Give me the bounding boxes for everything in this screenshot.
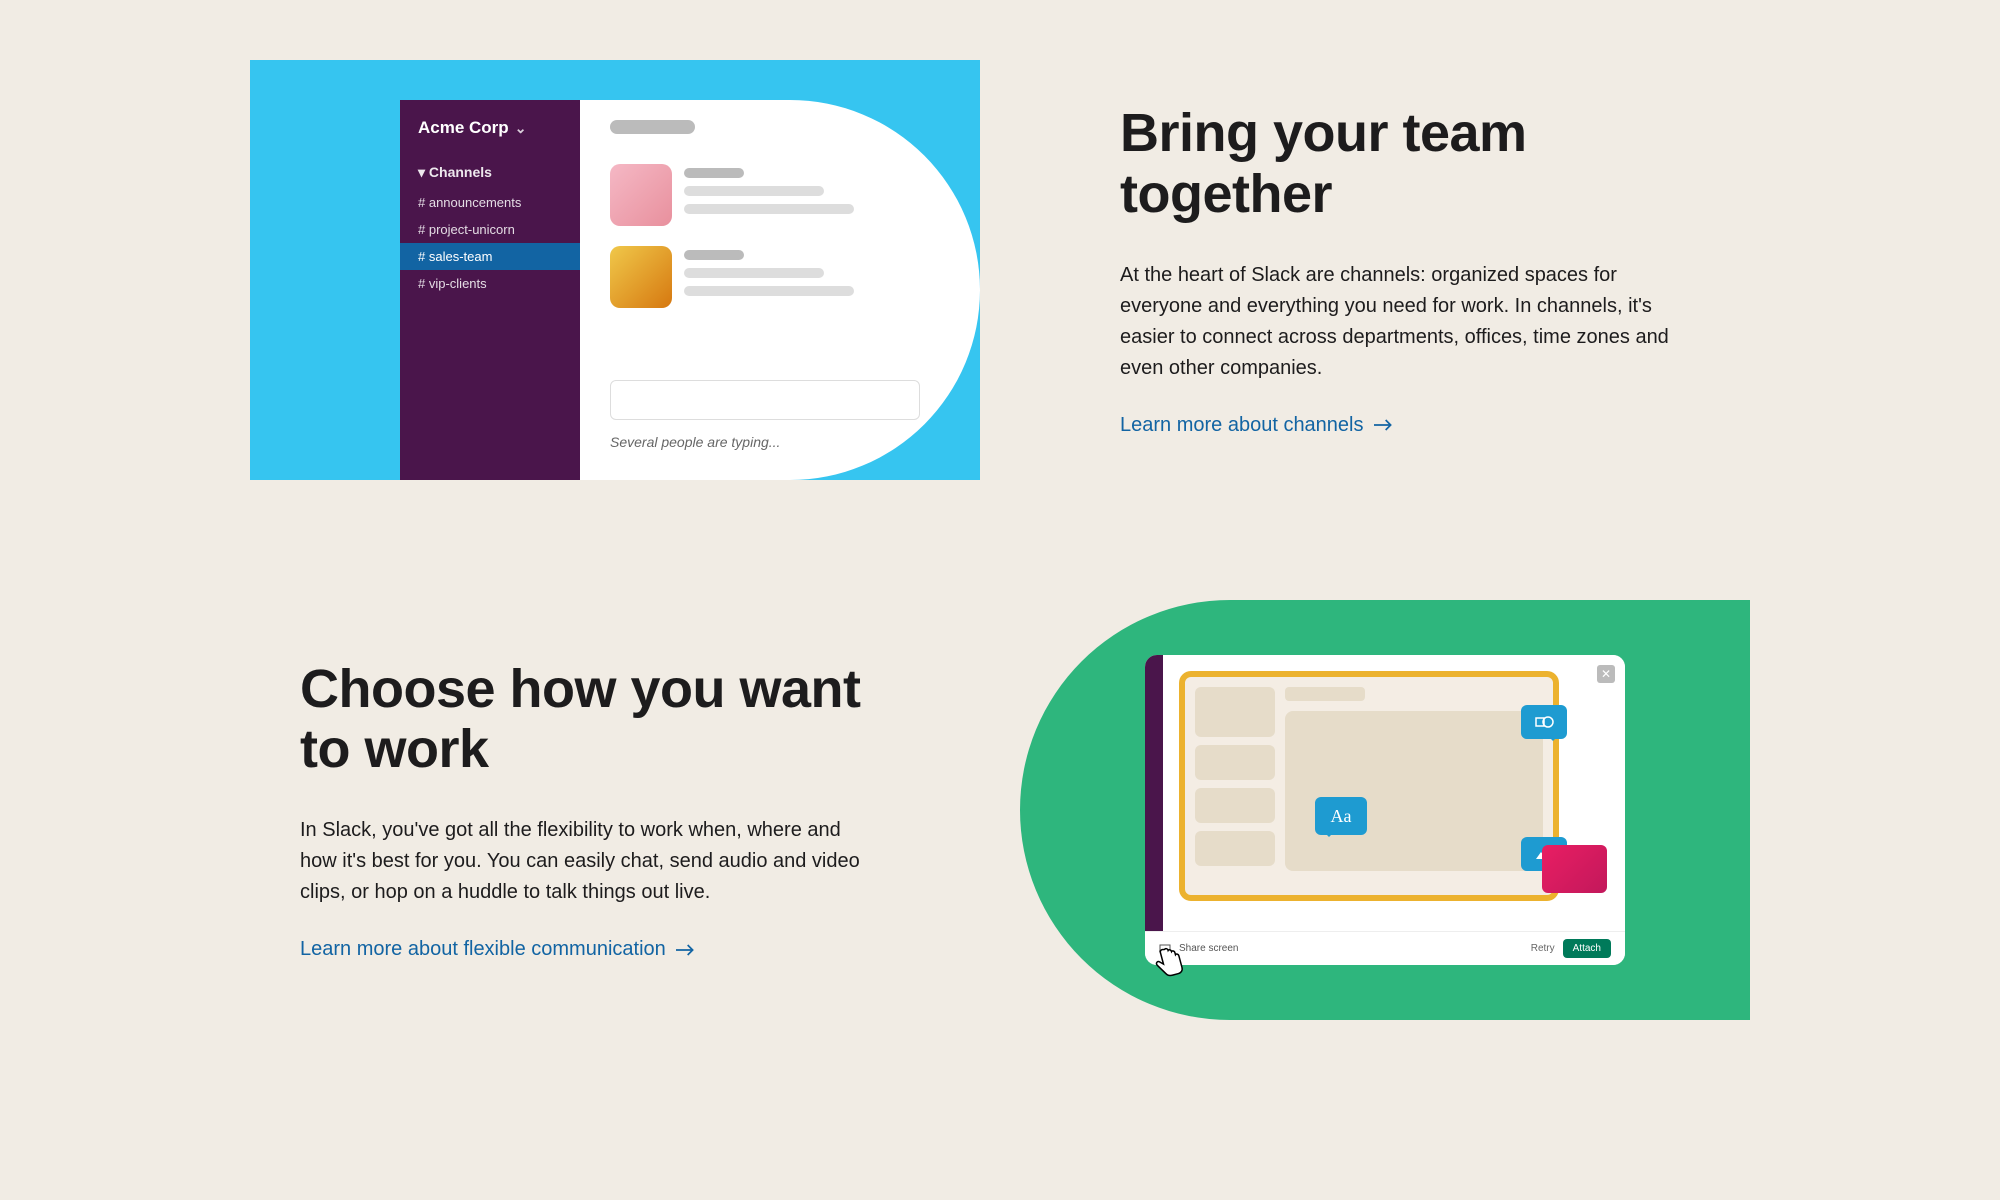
avatar (610, 164, 672, 226)
attach-button: Attach (1563, 939, 1611, 958)
learn-more-channels-link[interactable]: Learn more about channels (1120, 414, 1394, 437)
slack-message-pane: Several people are typing... (580, 100, 980, 480)
typing-indicator: Several people are typing... (610, 434, 780, 450)
section-heading: Choose how you want to work (300, 659, 880, 780)
feature-section-channels: Acme Corp Channels # announcements # pro… (250, 60, 1750, 480)
placeholder-block (1195, 687, 1275, 737)
canvas-footer: Share screen Retry Attach (1145, 931, 1625, 965)
link-text: Learn more about channels (1120, 414, 1364, 437)
channel-item: # announcements (400, 189, 580, 216)
slack-sidebar: Acme Corp Channels # announcements # pro… (400, 100, 580, 480)
placeholder-block (1195, 831, 1275, 866)
section-body: At the heart of Slack are channels: orga… (1120, 260, 1700, 384)
message-input (610, 380, 920, 420)
message-row (610, 164, 950, 226)
retry-button: Retry (1531, 943, 1555, 954)
section-text: Choose how you want to work In Slack, yo… (300, 659, 880, 962)
channels-illustration: Acme Corp Channels # announcements # pro… (250, 60, 980, 480)
share-screen-label: Share screen (1179, 943, 1238, 954)
video-thumbnail (1542, 845, 1607, 893)
placeholder-bar (684, 250, 744, 260)
channel-item-active: # sales-team (400, 243, 580, 270)
canvas-panel: Aa (1179, 671, 1559, 901)
link-text: Learn more about flexible communication (300, 938, 666, 961)
avatar (610, 246, 672, 308)
feature-section-flexibility: ✕ Aa (250, 600, 1750, 1020)
channel-item: # project-unicorn (400, 216, 580, 243)
close-icon: ✕ (1597, 665, 1615, 683)
text-format-bubble: Aa (1315, 797, 1367, 835)
placeholder-title (1285, 687, 1365, 701)
placeholder-main (1285, 711, 1543, 871)
section-body: In Slack, you've got all the flexibility… (300, 815, 880, 908)
canvas-mock-window: ✕ Aa (1145, 655, 1625, 965)
placeholder-bar (684, 268, 824, 278)
flexibility-illustration: ✕ Aa (1020, 600, 1750, 1020)
message-row (610, 246, 950, 308)
workspace-name: Acme Corp (400, 118, 580, 156)
channel-item: # vip-clients (400, 270, 580, 297)
slack-mock-window: Acme Corp Channels # announcements # pro… (400, 100, 980, 480)
arrow-right-icon (676, 943, 696, 957)
arrow-right-icon (1374, 418, 1394, 432)
placeholder-bar (684, 204, 854, 214)
placeholder-bar (684, 168, 744, 178)
placeholder-block (1195, 745, 1275, 780)
purple-sidebar-strip (1145, 655, 1163, 931)
channels-header: Channels (400, 156, 580, 189)
learn-more-flexible-link[interactable]: Learn more about flexible communication (300, 938, 696, 961)
section-heading: Bring your team together (1120, 103, 1700, 224)
shapes-bubble (1521, 705, 1567, 739)
placeholder-block (1195, 788, 1275, 823)
placeholder-bar (684, 186, 824, 196)
section-text: Bring your team together At the heart of… (1120, 103, 1700, 437)
placeholder-bar (684, 286, 854, 296)
channel-title-placeholder (610, 120, 695, 134)
